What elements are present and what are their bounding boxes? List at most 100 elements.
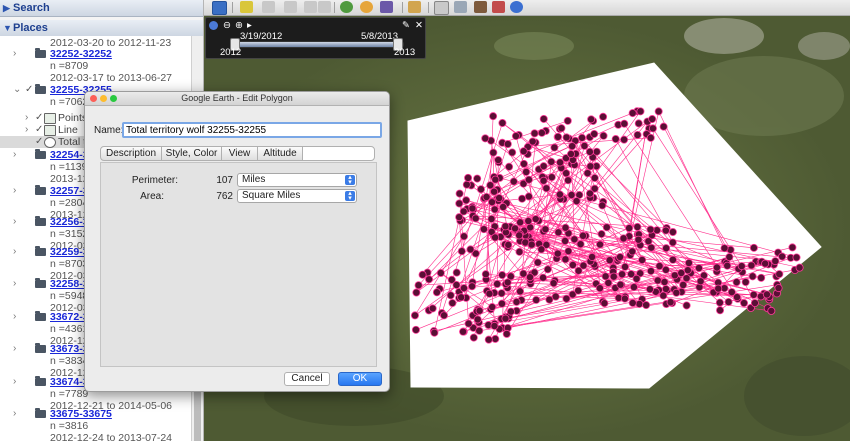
location-point[interactable] <box>473 174 482 183</box>
location-point[interactable] <box>767 306 776 315</box>
location-point[interactable] <box>655 262 664 271</box>
record-tour-icon[interactable] <box>318 1 331 13</box>
location-point[interactable] <box>515 247 524 256</box>
location-point[interactable] <box>455 199 464 208</box>
location-point[interactable] <box>489 112 498 121</box>
location-point[interactable] <box>563 116 572 125</box>
chevron-right-icon[interactable]: ▶ <box>3 0 13 16</box>
location-point[interactable] <box>601 272 610 281</box>
location-point[interactable] <box>464 173 473 182</box>
location-point[interactable] <box>561 237 570 246</box>
chevron-right-icon[interactable]: › <box>25 112 35 124</box>
location-point[interactable] <box>668 255 677 264</box>
location-point[interactable] <box>497 289 506 298</box>
location-point[interactable] <box>493 279 502 288</box>
play-icon[interactable]: ▸ <box>247 21 252 31</box>
tab-description[interactable]: Description <box>100 146 162 161</box>
location-point[interactable] <box>524 216 533 225</box>
location-point[interactable] <box>662 244 671 253</box>
location-point[interactable] <box>761 259 770 268</box>
location-point[interactable] <box>527 240 536 249</box>
location-point[interactable] <box>585 147 594 156</box>
location-point[interactable] <box>530 129 539 138</box>
image-overlay-icon[interactable] <box>304 1 317 13</box>
location-point[interactable] <box>446 291 455 300</box>
location-point[interactable] <box>562 294 571 303</box>
location-point[interactable] <box>428 304 437 313</box>
location-point[interactable] <box>578 231 587 240</box>
location-point[interactable] <box>519 269 528 278</box>
location-point[interactable] <box>595 284 604 293</box>
chevron-right-icon[interactable]: › <box>13 343 23 355</box>
location-point[interactable] <box>524 175 533 184</box>
placemark-icon[interactable] <box>240 1 253 13</box>
name-input[interactable] <box>122 122 382 138</box>
location-point[interactable] <box>683 266 692 275</box>
chevron-right-icon[interactable]: › <box>13 311 23 323</box>
location-point[interactable] <box>590 173 599 182</box>
location-point[interactable] <box>462 180 471 189</box>
location-point[interactable] <box>741 278 750 287</box>
location-point[interactable] <box>682 274 691 283</box>
location-point[interactable] <box>620 135 629 144</box>
location-point[interactable] <box>774 284 783 293</box>
location-point[interactable] <box>605 256 614 265</box>
location-point[interactable] <box>518 194 527 203</box>
location-point[interactable] <box>501 222 510 231</box>
list-item[interactable]: › 33675-33675 <box>0 408 191 420</box>
location-point[interactable] <box>696 277 705 286</box>
location-point[interactable] <box>547 173 556 182</box>
location-point[interactable] <box>473 315 482 324</box>
location-point[interactable] <box>509 177 518 186</box>
location-point[interactable] <box>737 262 746 271</box>
location-point[interactable] <box>598 201 607 210</box>
chevron-right-icon[interactable]: › <box>13 216 23 228</box>
location-point[interactable] <box>572 197 581 206</box>
location-point[interactable] <box>554 132 563 141</box>
location-point[interactable] <box>792 253 801 262</box>
ok-button[interactable]: OK <box>338 372 382 386</box>
location-point[interactable] <box>531 215 540 224</box>
location-point[interactable] <box>644 237 653 246</box>
location-point[interactable] <box>749 243 758 252</box>
location-point[interactable] <box>646 133 655 142</box>
location-point[interactable] <box>586 162 595 171</box>
location-point[interactable] <box>532 295 541 304</box>
location-point[interactable] <box>668 238 677 247</box>
location-point[interactable] <box>634 119 643 128</box>
location-point[interactable] <box>412 288 421 297</box>
chevron-right-icon[interactable]: › <box>25 124 35 136</box>
location-point[interactable] <box>411 325 420 334</box>
location-point[interactable] <box>580 141 589 150</box>
location-point[interactable] <box>590 129 599 138</box>
location-point[interactable] <box>597 230 606 239</box>
location-point[interactable] <box>549 279 558 288</box>
location-point[interactable] <box>621 262 630 271</box>
search-panel-header[interactable]: ▶ Search <box>0 0 203 17</box>
chevron-right-icon[interactable]: › <box>13 278 23 290</box>
close-window-icon[interactable] <box>90 95 97 102</box>
location-point[interactable] <box>633 222 642 231</box>
sun-icon[interactable] <box>360 1 373 13</box>
location-point[interactable] <box>484 335 493 344</box>
location-point[interactable] <box>448 299 457 308</box>
location-point[interactable] <box>436 268 445 277</box>
location-point[interactable] <box>602 223 611 232</box>
location-point[interactable] <box>561 255 570 264</box>
wrench-icon[interactable]: ✎ <box>402 21 410 31</box>
location-point[interactable] <box>459 327 468 336</box>
location-point[interactable] <box>519 147 528 156</box>
location-point[interactable] <box>712 263 721 272</box>
location-point[interactable] <box>522 167 531 176</box>
location-point[interactable] <box>679 280 688 289</box>
location-point[interactable] <box>495 194 504 203</box>
location-point[interactable] <box>537 128 546 137</box>
save-image-icon[interactable] <box>474 1 487 13</box>
location-point[interactable] <box>636 107 645 116</box>
time-slider[interactable]: ⊖ ⊕ ▸ ✎ ✕ 3/19/2012 5/8/2013 2012 2013 <box>205 17 426 59</box>
location-point[interactable] <box>497 299 506 308</box>
location-point[interactable] <box>455 213 464 222</box>
location-point[interactable] <box>503 140 512 149</box>
location-point[interactable] <box>620 294 629 303</box>
location-point[interactable] <box>539 176 548 185</box>
